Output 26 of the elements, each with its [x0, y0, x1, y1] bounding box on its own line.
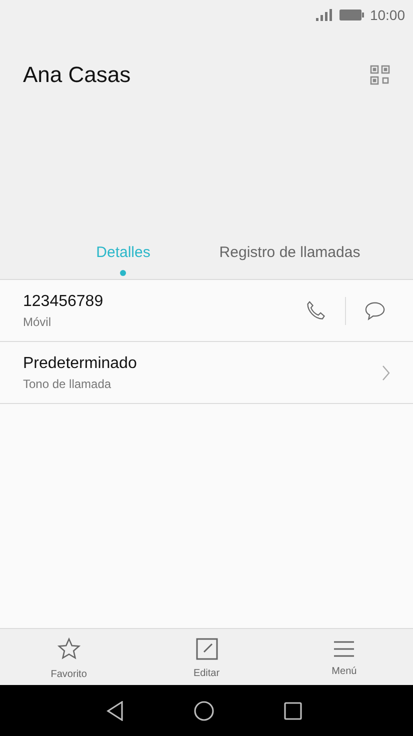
- recents-icon: [284, 702, 302, 720]
- back-icon: [106, 700, 124, 720]
- toolbar-button[interactable]: Favorito: [0, 629, 138, 685]
- chat-bubble-icon: [364, 300, 386, 320]
- edit-icon: [196, 638, 218, 660]
- home-icon: [194, 700, 214, 720]
- row-subtitle: Tono de llamada: [23, 376, 112, 392]
- star-icon: [56, 636, 81, 660]
- row-subtitle: Móvil: [23, 314, 52, 330]
- row-title: 123456789: [23, 292, 104, 312]
- signal-icon: [316, 9, 333, 21]
- contact-name: Ana Casas: [23, 61, 131, 89]
- home-button[interactable]: [194, 700, 214, 720]
- qr-code-icon: [370, 64, 390, 84]
- battery-icon: [338, 9, 364, 21]
- recents-button[interactable]: [284, 702, 302, 720]
- menu-icon: [333, 640, 356, 658]
- row-title: Predeterminado: [23, 354, 138, 374]
- back-button[interactable]: [106, 700, 124, 720]
- phone-icon: [305, 300, 327, 322]
- tab[interactable]: Registro de llamadas: [206, 234, 373, 279]
- clock: 10:00: [370, 6, 405, 24]
- toolbar-button[interactable]: Editar: [138, 629, 276, 685]
- qr-code-button[interactable]: [370, 64, 390, 84]
- toolbar-button[interactable]: Menú: [275, 629, 413, 685]
- chevron-right-icon: [382, 364, 390, 380]
